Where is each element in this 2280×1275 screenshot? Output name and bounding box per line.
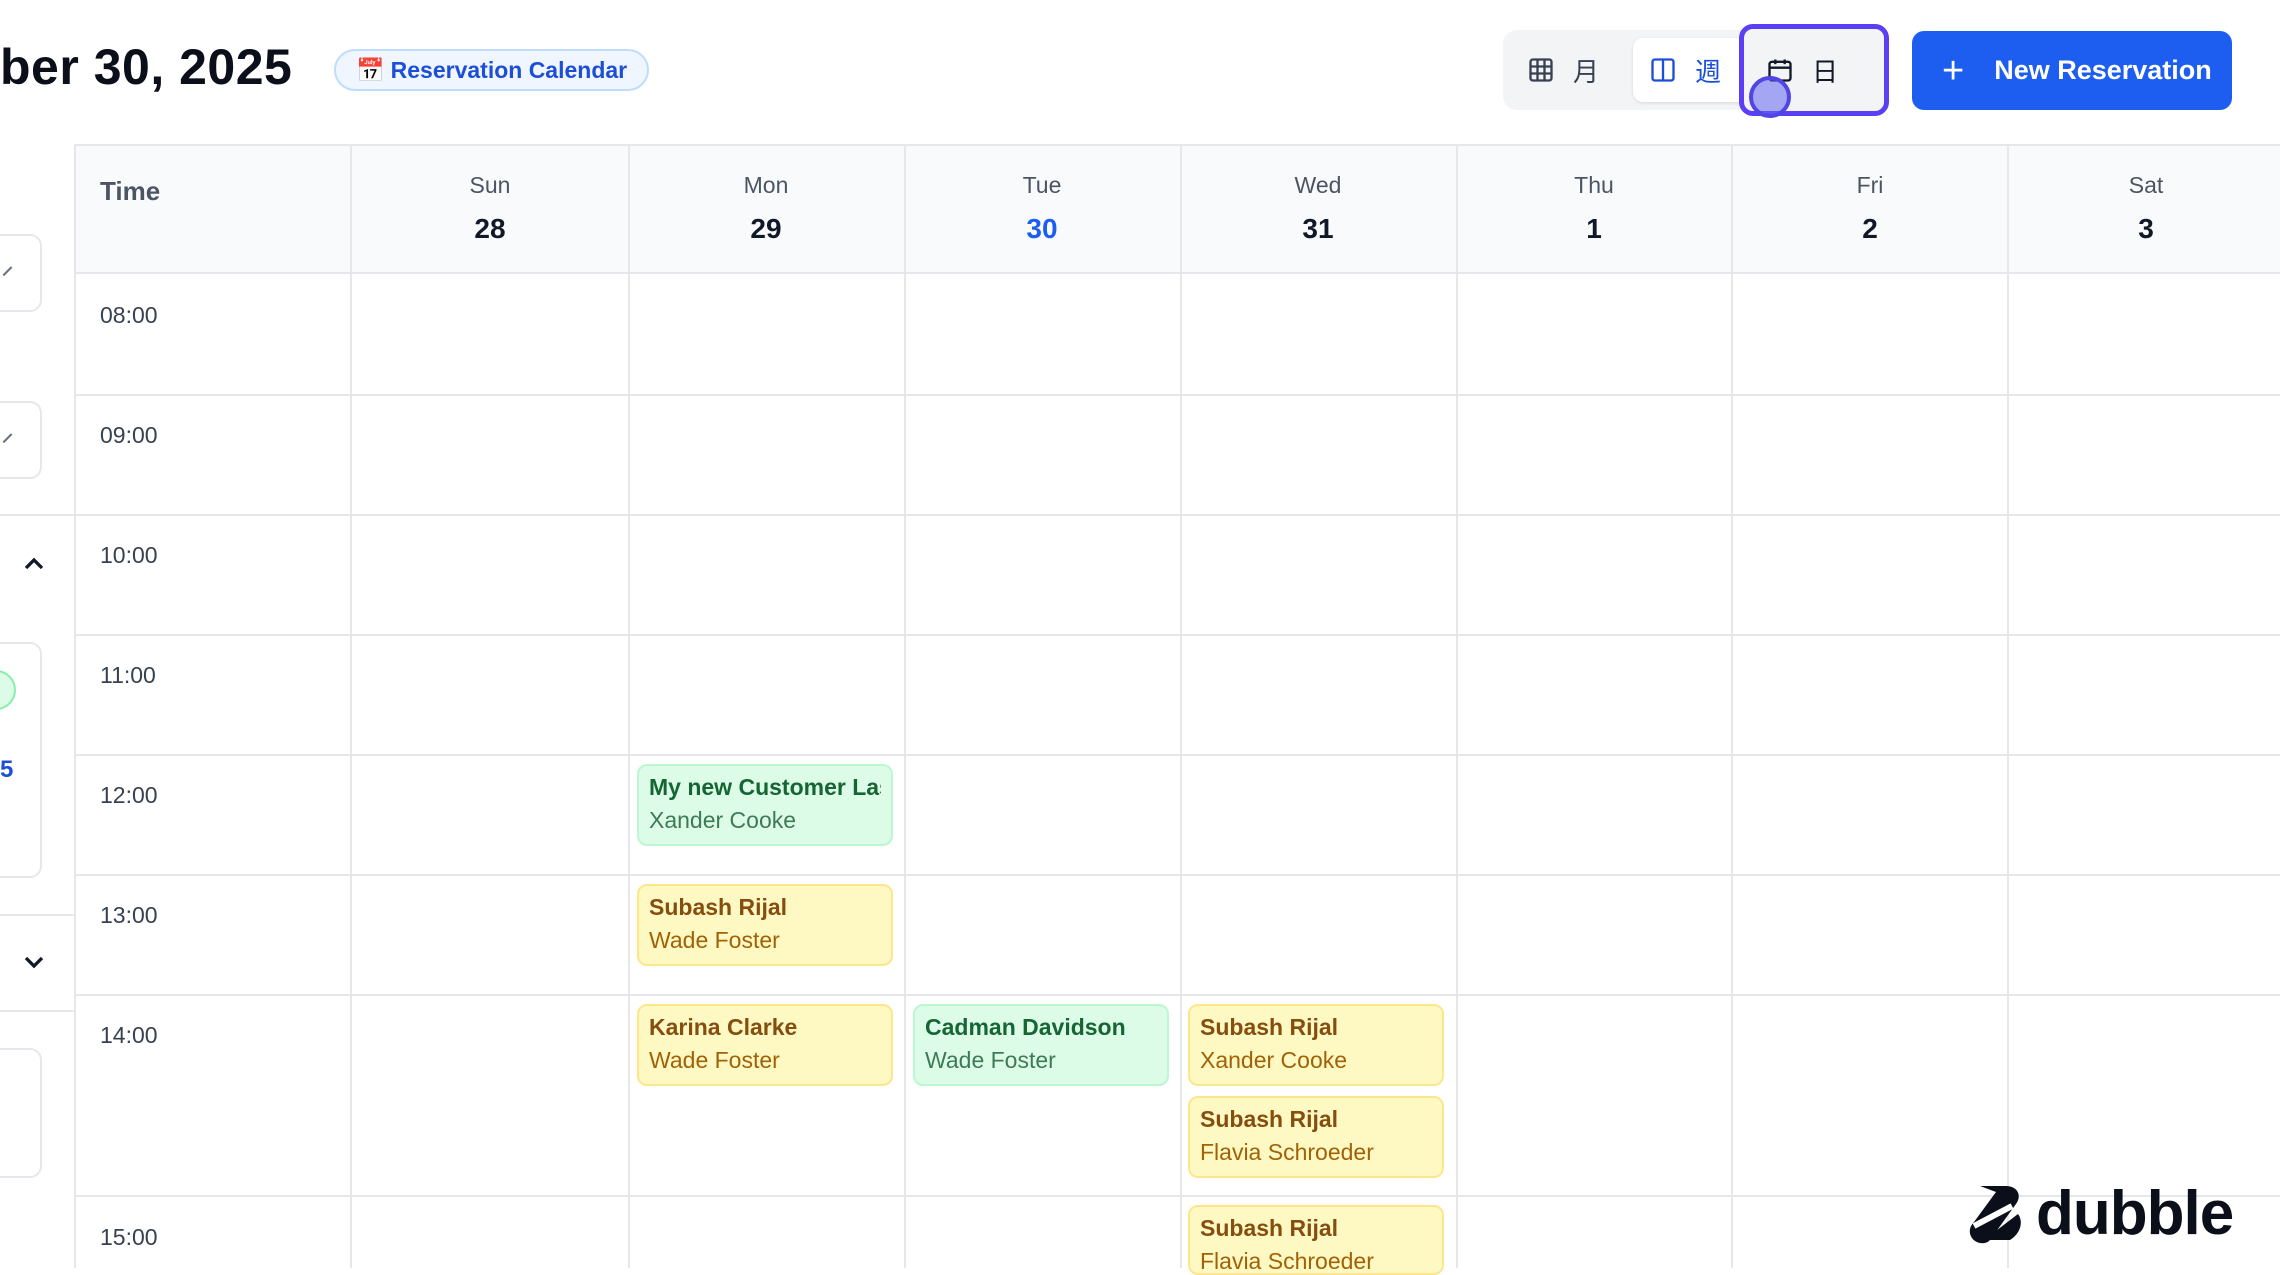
column-divider <box>628 144 630 1268</box>
time-label: 10:00 <box>100 542 158 568</box>
time-label: 12:00 <box>100 782 158 808</box>
day-number: 29 <box>750 213 782 244</box>
reservation-event[interactable]: My new Customer Last Xander Cooke <box>637 764 893 846</box>
day-header-fri[interactable]: Fri 2 <box>1732 146 2008 276</box>
day-name: Fri <box>1856 172 1884 198</box>
chevron-down-icon <box>2 266 13 277</box>
hour-line <box>76 394 2280 396</box>
event-staff: Xander Cooke <box>1200 1047 1348 1073</box>
reservation-event[interactable]: Subash Rijal Wade Foster <box>637 884 893 966</box>
reservation-event[interactable]: Subash Rijal Flavia Schroeder <box>1188 1205 1444 1275</box>
calendar-emoji-icon: 📅 <box>356 56 385 83</box>
chevron-down-icon <box>2 433 13 444</box>
page-title: ber 30, 2025 <box>0 39 293 95</box>
day-number: 2 <box>1862 213 1878 244</box>
sidebar-date-number[interactable]: 5 <box>0 756 13 784</box>
time-column-header: Time <box>100 176 161 206</box>
event-customer: Subash Rijal <box>649 894 788 920</box>
event-customer: Subash Rijal <box>1200 1215 1339 1241</box>
dubble-logo: dubble <box>1966 1178 2234 1249</box>
view-toggle: 月 週 日 <box>1503 24 1889 116</box>
reservation-event[interactable]: Subash Rijal Xander Cooke <box>1188 1004 1444 1086</box>
badge-label: Reservation Calendar <box>390 56 628 83</box>
new-reservation-label: New Reservation <box>1994 55 2212 85</box>
day-name: Tue <box>1022 172 1062 198</box>
day-header-sat[interactable]: Sat 3 <box>2008 146 2280 276</box>
day-number-today: 30 <box>1026 213 1058 244</box>
week-calendar-grid: Time Sun 28 Mon 29 Tue 30 Wed 31 Thu 1 F… <box>76 144 2280 1275</box>
sidebar-divider <box>0 914 74 916</box>
day-header-wed[interactable]: Wed 31 <box>1180 146 1456 276</box>
sidebar-filter-box-1[interactable] <box>0 234 42 312</box>
chevron-down-icon[interactable] <box>18 946 50 978</box>
month-view-label: 月 <box>1573 56 1600 87</box>
day-header-tue[interactable]: Tue 30 <box>904 146 1180 276</box>
chevron-up-icon[interactable] <box>18 548 50 580</box>
event-customer: Subash Rijal <box>1200 1106 1339 1132</box>
week-view-label: 週 <box>1695 56 1722 87</box>
reservation-event[interactable]: Cadman Davidson Wade Foster <box>913 1004 1169 1086</box>
sidebar-divider <box>0 514 74 516</box>
time-label: 13:00 <box>100 902 158 928</box>
event-staff: Flavia Schroeder <box>1200 1248 1374 1274</box>
column-divider <box>1456 144 1458 1268</box>
hour-line <box>76 874 2280 876</box>
event-customer: Subash Rijal <box>1200 1014 1339 1040</box>
day-header-thu[interactable]: Thu 1 <box>1456 146 1732 276</box>
day-number: 31 <box>1302 213 1334 244</box>
day-header-sun[interactable]: Sun 28 <box>352 146 628 276</box>
time-label: 15:00 <box>100 1224 158 1250</box>
time-label: 09:00 <box>100 422 158 448</box>
column-divider <box>1180 144 1182 1268</box>
columns-icon <box>1651 58 1675 82</box>
plus-icon: + <box>1942 49 1965 92</box>
sidebar-divider <box>0 1010 74 1012</box>
event-staff: Wade Foster <box>925 1047 1056 1073</box>
day-name: Mon <box>743 172 789 198</box>
event-staff: Wade Foster <box>649 927 780 953</box>
top-bar: ber 30, 2025 📅 Reservation Calendar 月 週 … <box>0 0 2280 144</box>
event-staff: Xander Cooke <box>649 807 797 833</box>
time-label: 11:00 <box>100 662 156 688</box>
day-number: 1 <box>1586 213 1602 244</box>
reservation-event[interactable]: Subash Rijal Flavia Schroeder <box>1188 1096 1444 1178</box>
column-divider <box>2007 144 2009 1268</box>
reservation-calendar-badge: 📅 Reservation Calendar <box>334 49 650 91</box>
time-label: 08:00 <box>100 302 158 328</box>
hour-line <box>76 634 2280 636</box>
day-number: 28 <box>474 213 506 244</box>
day-view-label: 日 <box>1812 56 1839 87</box>
hour-line <box>76 1195 2280 1197</box>
day-name: Thu <box>1574 172 1614 198</box>
day-name: Sun <box>469 172 511 198</box>
hour-line <box>76 514 2280 516</box>
cursor-indicator <box>1749 76 1791 118</box>
calendar-header-row: Time Sun 28 Mon 29 Tue 30 Wed 31 Thu 1 F… <box>76 144 2280 274</box>
hour-line <box>76 994 2280 996</box>
column-divider <box>904 144 906 1268</box>
sidebar-filter-box-2[interactable] <box>0 401 42 479</box>
event-customer: My new Customer Last <box>649 774 881 800</box>
new-reservation-button[interactable]: + New Reservation <box>1912 31 2232 110</box>
grid-icon <box>1529 58 1553 82</box>
day-header-mon[interactable]: Mon 29 <box>628 146 904 276</box>
column-divider <box>1731 144 1733 1268</box>
day-number: 3 <box>2138 213 2154 244</box>
event-staff: Wade Foster <box>649 1047 780 1073</box>
day-name: Wed <box>1294 172 1342 198</box>
reservation-event[interactable]: Karina Clarke Wade Foster <box>637 1004 893 1086</box>
sidebar: 5 <box>0 144 76 1268</box>
event-customer: Karina Clarke <box>649 1014 798 1040</box>
time-label: 14:00 <box>100 1022 158 1048</box>
event-staff: Flavia Schroeder <box>1200 1139 1374 1165</box>
hour-line <box>76 754 2280 756</box>
dubble-mark-icon <box>1969 1185 2021 1243</box>
column-divider <box>350 144 352 1268</box>
event-customer: Cadman Davidson <box>925 1014 1126 1040</box>
sidebar-filter-box-3[interactable] <box>0 1048 42 1178</box>
day-name: Sat <box>2128 172 2164 198</box>
logo-text: dubble <box>2036 1179 2234 1248</box>
